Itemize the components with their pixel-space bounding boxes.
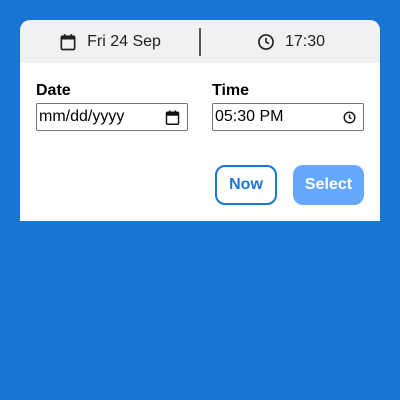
header-date-text: Fri 24 Sep [87, 32, 161, 50]
date-input[interactable]: mm/dd/yyyy [36, 103, 188, 131]
header-date[interactable]: Fri 24 Sep [20, 20, 199, 63]
clock-icon [256, 32, 276, 52]
time-input[interactable]: 05:30 PM [212, 103, 364, 131]
time-input-value: 05:30 PM [215, 108, 284, 125]
time-label: Time [212, 82, 250, 99]
date-input-value: mm/dd/yyyy [39, 108, 125, 125]
now-button[interactable]: Now [215, 165, 277, 205]
header-time-text: 17:30 [284, 32, 326, 50]
datetime-picker: Fri 24 Sep 17:30 Date mm/dd/yyyy Time 05… [20, 20, 380, 221]
select-button[interactable]: Select [293, 165, 364, 205]
clock-picker-icon[interactable] [342, 110, 357, 125]
date-label: Date [36, 82, 71, 99]
calendar-picker-icon[interactable] [164, 109, 181, 126]
picker-panel: Date mm/dd/yyyy Time 05:30 PM Now Select [20, 63, 380, 221]
header-time[interactable]: 17:30 [201, 20, 380, 63]
calendar-icon [58, 32, 78, 52]
picker-header: Fri 24 Sep 17:30 [20, 20, 380, 63]
